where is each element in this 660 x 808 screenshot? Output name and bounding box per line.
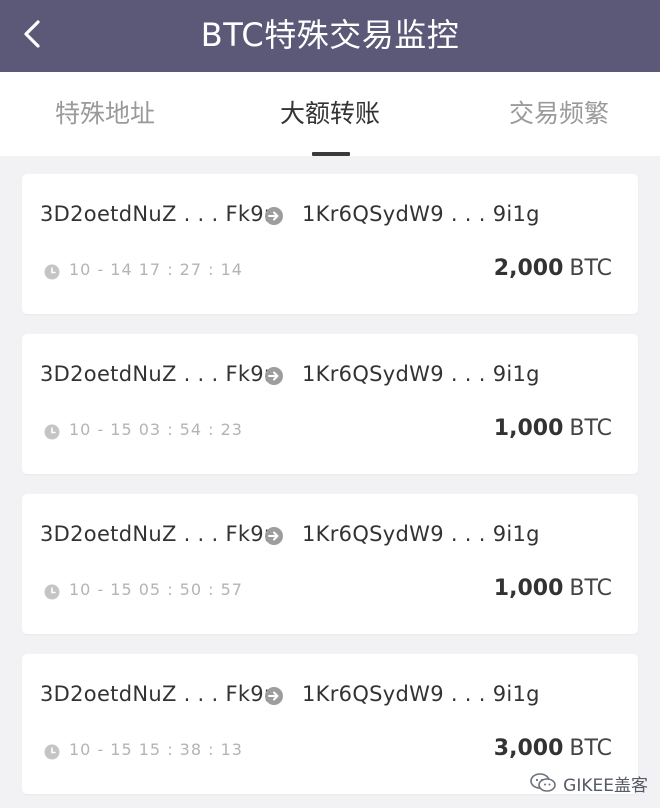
to-address: 1Kr6QSydW9 . . . 9i1g	[302, 522, 540, 546]
arrow-right-icon	[265, 527, 283, 545]
watermark-text: GIKEE盖客	[563, 775, 648, 796]
from-address: 3D2oetdNuZ . . . Fk9r	[40, 202, 273, 226]
transfer-time: 10 - 14 17 : 27 : 14	[69, 260, 243, 279]
arrow-right-icon	[265, 687, 283, 705]
to-address: 1Kr6QSydW9 . . . 9i1g	[302, 362, 540, 386]
transfer-amount: 1,000 BTC	[494, 416, 612, 441]
arrow-right-icon	[265, 367, 283, 385]
transfer-card[interactable]: 3D2oetdNuZ . . . Fk9r 1Kr6QSydW9 . . . 9…	[22, 334, 638, 474]
amount-unit: BTC	[569, 576, 612, 601]
from-address: 3D2oetdNuZ . . . Fk9r	[40, 522, 273, 546]
clock-icon	[44, 584, 60, 600]
amount-value: 1,000	[493, 576, 564, 601]
transfer-card[interactable]: 3D2oetdNuZ . . . Fk9r 1Kr6QSydW9 . . . 9…	[22, 174, 638, 314]
transfer-time: 10 - 15 03 : 54 : 23	[69, 420, 243, 439]
tab-special-address[interactable]: 特殊地址	[40, 72, 170, 156]
amount-unit: BTC	[569, 416, 612, 441]
tab-bar: 特殊地址 大额转账 交易频繁	[0, 72, 660, 156]
arrow-right-icon	[265, 207, 283, 225]
transfer-amount: 2,000 BTC	[494, 256, 612, 281]
watermark: GIKEE盖客	[529, 768, 648, 798]
top-bar: BTC特殊交易监控	[0, 0, 660, 72]
from-address: 3D2oetdNuZ . . . Fk9r	[40, 682, 273, 706]
to-address: 1Kr6QSydW9 . . . 9i1g	[302, 682, 540, 706]
transfer-card[interactable]: 3D2oetdNuZ . . . Fk9r 1Kr6QSydW9 . . . 9…	[22, 494, 638, 634]
to-address: 1Kr6QSydW9 . . . 9i1g	[302, 202, 540, 226]
tab-frequent-trading[interactable]: 交易频繁	[494, 72, 624, 156]
wechat-icon	[530, 773, 556, 792]
tab-large-transfer[interactable]: 大额转账	[265, 72, 395, 156]
amount-unit: BTC	[569, 736, 612, 761]
transfer-time: 10 - 15 05 : 50 : 57	[69, 580, 243, 599]
amount-unit: BTC	[569, 256, 612, 281]
clock-icon	[44, 744, 60, 760]
clock-icon	[44, 424, 60, 440]
clock-icon	[44, 264, 60, 280]
active-tab-indicator	[312, 152, 350, 156]
transfer-amount: 1,000 BTC	[494, 576, 612, 601]
amount-value: 3,000	[493, 736, 564, 761]
amount-value: 1,000	[493, 416, 564, 441]
page-title: BTC特殊交易监控	[200, 16, 460, 54]
transfer-amount: 3,000 BTC	[494, 736, 612, 761]
amount-value: 2,000	[493, 256, 564, 281]
transfer-time: 10 - 15 15 : 38 : 13	[69, 740, 243, 759]
from-address: 3D2oetdNuZ . . . Fk9r	[40, 362, 273, 386]
